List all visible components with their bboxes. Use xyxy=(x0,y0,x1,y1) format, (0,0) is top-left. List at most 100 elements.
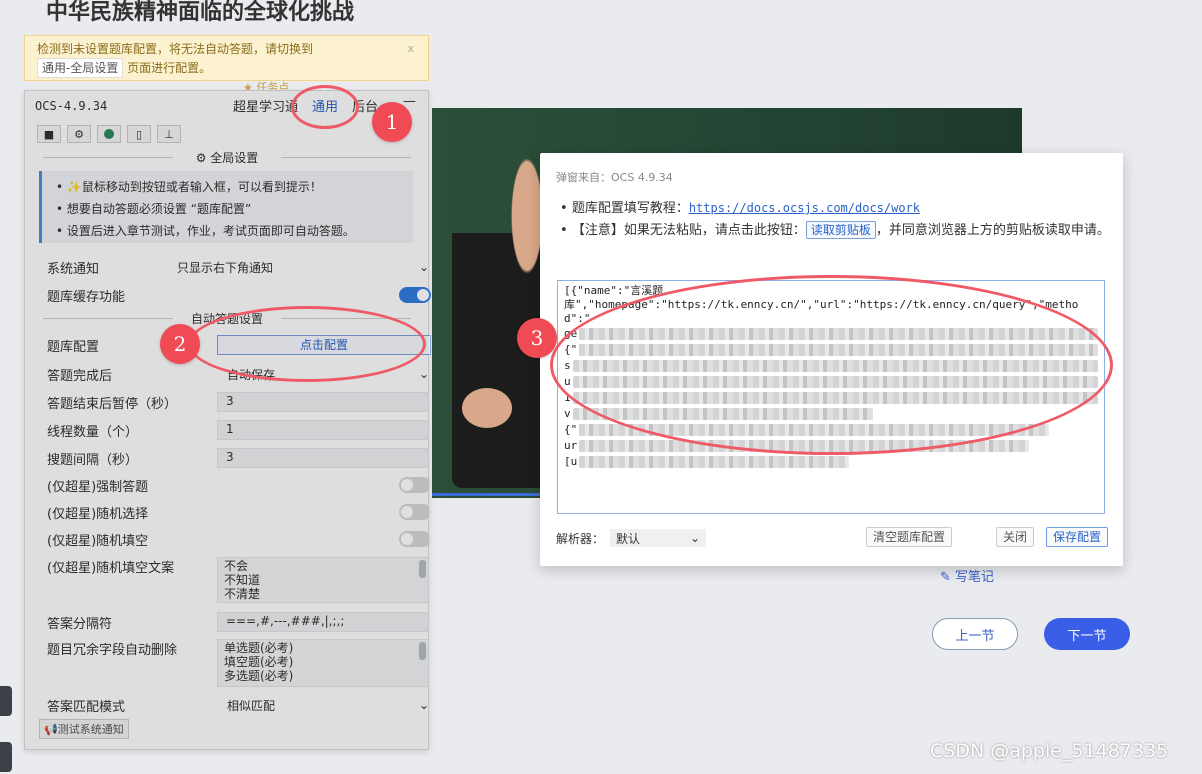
config-warning-banner: x 检测到未设置题库配置，将无法自动答题，请切换到 通用-全局设置 页面进行配置… xyxy=(24,35,429,81)
clear-config-button[interactable]: 清空题库配置 xyxy=(866,527,953,547)
parser-select[interactable]: 默认 ⌄ xyxy=(610,529,707,547)
random-fill-label: (仅超星)随机填空 xyxy=(47,533,149,549)
docs-link[interactable]: https://docs.ocsjs.com/docs/work xyxy=(689,201,920,215)
side-tab-2[interactable] xyxy=(0,742,12,772)
separator-row: 答案分隔符 ===,#,---,###,|,;,; xyxy=(47,612,429,632)
interval-input[interactable]: 3 xyxy=(217,448,429,468)
pencil-icon: ✎ xyxy=(940,570,951,585)
chevron-down-icon: ⌄ xyxy=(418,367,429,381)
warning-line2: 页面进行配置。 xyxy=(127,61,212,75)
redundant-textarea[interactable]: 单选题(必考) 填空题(必考) 多选题(必考) xyxy=(217,639,429,687)
document-icon[interactable]: ▯ xyxy=(127,125,151,143)
gear-icon: ⚙ xyxy=(195,151,207,165)
after-answer-label: 答题完成后 xyxy=(47,368,113,384)
textarea-line: 不知道 xyxy=(224,573,261,587)
write-note-label: 写笔记 xyxy=(955,570,995,585)
cache-toggle[interactable] xyxy=(399,287,431,303)
annotation-ring-2 xyxy=(188,306,426,382)
annotation-ring-1 xyxy=(291,85,359,129)
global-settings-label: 全局设置 xyxy=(210,151,259,165)
save-config-button[interactable]: 保存配置 xyxy=(1046,527,1109,547)
random-choice-toggle[interactable] xyxy=(399,504,431,520)
textarea-line: 不清楚 xyxy=(224,587,261,601)
notify-value: 只显示右下角通知 xyxy=(177,260,274,275)
parser-value: 默认 xyxy=(616,531,641,546)
config-line-blurred: [u xyxy=(564,454,1098,470)
random-text-row: (仅超星)随机填空文案 不会 不知道 不清楚 xyxy=(47,557,429,603)
force-label: (仅超星)强制答题 xyxy=(47,479,149,495)
separator-input[interactable]: ===,#,---,###,|,;,; xyxy=(217,612,429,632)
random-choice-row: (仅超星)随机选择 xyxy=(47,502,431,522)
notify-select[interactable]: 只显示右下角通知 ⌄ xyxy=(177,257,429,277)
interval-label: 搜题间隔（秒） xyxy=(47,452,139,468)
tip-item: • ✨鼠标移动到按钮或者输入框，可以看到提示！ xyxy=(56,180,322,194)
read-clipboard-button[interactable]: 读取剪贴板 xyxy=(805,221,876,239)
annotation-number-3: 3 xyxy=(517,318,557,358)
random-text-label: (仅超星)随机填空文案 xyxy=(47,561,175,576)
tip-item: • 想要自动答题必须设置 “题库配置” xyxy=(56,202,252,216)
ocs-panel: OCS-4.9.34 超星学习通 通用 后台 — ■ ⚙ ▯ ⊥ ⚙ 全局设置 … xyxy=(24,90,431,750)
annotation-number-1: 1 xyxy=(372,102,412,142)
pause-row: 答题结束后暂停（秒） 3 xyxy=(47,392,429,412)
bank-config-label: 题库配置 xyxy=(47,339,100,355)
lecturer-hand xyxy=(462,388,512,428)
redundant-row: 题目冗余字段自动删除 单选题(必考) 填空题(必考) 多选题(必考) xyxy=(47,639,429,687)
pause-label: 答题结束后暂停（秒） xyxy=(47,396,178,412)
textarea-line: 不会 xyxy=(224,559,249,573)
scrollbar[interactable] xyxy=(419,560,426,578)
chevron-down-icon: ⌄ xyxy=(418,698,429,712)
modal-tip-2: • 【注意】如果无法粘贴，请点击此按钮： 读取剪贴板 ，并同意浏览器上方的剪贴板读取… xyxy=(560,221,1110,239)
match-mode-value: 相似匹配 xyxy=(227,698,276,713)
separator-label: 答案分隔符 xyxy=(47,616,113,632)
match-mode-select[interactable]: 相似匹配 ⌄ xyxy=(217,695,429,715)
scrollbar[interactable] xyxy=(419,642,426,660)
close-icon[interactable]: x xyxy=(407,40,414,58)
ocs-version: OCS-4.9.34 xyxy=(35,99,108,113)
threads-input[interactable]: 1 xyxy=(217,420,429,440)
random-fill-toggle[interactable] xyxy=(399,531,431,547)
chevron-down-icon: ⌄ xyxy=(418,260,429,274)
interval-row: 搜题间隔（秒） 3 xyxy=(47,448,429,468)
match-mode-label: 答案匹配模式 xyxy=(47,699,126,715)
textarea-line: 单选题(必考) xyxy=(224,641,294,655)
threads-row: 线程数量（个） 1 xyxy=(47,420,429,440)
force-toggle[interactable] xyxy=(399,477,431,493)
watermark: CSDN @apple_51487335 xyxy=(930,740,1169,762)
test-notify-button[interactable]: 📢测试系统通知 xyxy=(39,719,129,739)
next-section-button[interactable]: 下一节 xyxy=(1044,618,1130,650)
random-fill-row: (仅超星)随机填空 xyxy=(47,529,431,549)
chevron-down-icon: ⌄ xyxy=(689,531,701,545)
pause-input[interactable]: 3 xyxy=(217,392,429,412)
random-text-textarea[interactable]: 不会 不知道 不清楚 xyxy=(217,557,429,603)
modal-tip-1: • 题库配置填写教程：https://docs.ocsjs.com/docs/w… xyxy=(560,201,921,216)
tab-chaoxing[interactable]: 超星学习通 xyxy=(233,96,298,115)
page-title: 中华民族精神面临的全球化挑战 xyxy=(46,0,355,25)
redundant-label: 题目冗余字段自动删除 xyxy=(47,643,178,658)
annotation-ring-3 xyxy=(550,275,1113,455)
tip-item: • 设置后进入章节测试，作业，考试页面即可自动答题。 xyxy=(56,224,355,238)
stamp-icon[interactable]: ⊥ xyxy=(157,125,181,143)
gear-icon[interactable]: ⚙ xyxy=(67,125,91,143)
write-note-link[interactable]: ✎ 写笔记 xyxy=(940,566,994,585)
notify-row: 系统通知 只显示右下角通知 ⌄ xyxy=(47,257,429,277)
cache-label: 题库缓存功能 xyxy=(47,289,126,305)
side-tab-1[interactable] xyxy=(0,686,12,716)
ocs-toolbar: ■ ⚙ ▯ ⊥ xyxy=(37,125,187,143)
modal-footer: 解析器： 默认 ⌄ 清空题库配置 关闭 保存配置 xyxy=(556,527,1109,549)
modal-source: 弹窗来自：OCS 4.9.34 xyxy=(556,171,673,184)
cache-row: 题库缓存功能 xyxy=(47,285,431,305)
modal-tips: • 题库配置填写教程：https://docs.ocsjs.com/docs/w… xyxy=(560,197,1110,242)
annotation-number-2: 2 xyxy=(160,324,200,364)
match-mode-row: 答案匹配模式 相似匹配 ⌄ xyxy=(47,695,429,715)
random-choice-label: (仅超星)随机选择 xyxy=(47,506,149,522)
warning-line1: 检测到未设置题库配置，将无法自动答题，请切换到 xyxy=(37,42,314,56)
globe-icon[interactable] xyxy=(97,125,121,143)
textarea-line: 填空题(必考) xyxy=(224,655,294,669)
force-row: (仅超星)强制答题 xyxy=(47,475,431,495)
warning-settings-tag[interactable]: 通用-全局设置 xyxy=(37,58,124,78)
parser-label: 解析器： xyxy=(556,531,605,546)
global-settings-heading: ⚙ 全局设置 xyxy=(33,149,421,166)
prev-section-button[interactable]: 上一节 xyxy=(932,618,1018,650)
monitor-icon[interactable]: ■ xyxy=(37,125,61,143)
close-button[interactable]: 关闭 xyxy=(996,527,1035,547)
